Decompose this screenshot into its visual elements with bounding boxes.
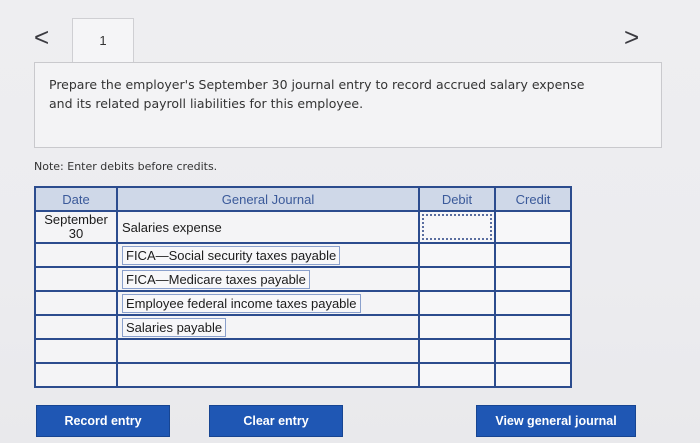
- date-cell[interactable]: [34, 242, 118, 268]
- instruction-note: Note: Enter debits before credits.: [34, 160, 218, 173]
- journal-row: Salaries payable: [34, 314, 572, 340]
- clear-entry-button[interactable]: Clear entry: [209, 405, 343, 437]
- account-name: Salaries expense: [122, 219, 222, 235]
- general-journal-header: General Journal: [116, 186, 420, 212]
- debit-input[interactable]: [418, 210, 496, 244]
- journal-row: September 30 Salaries expense: [34, 210, 572, 244]
- date-day: 30: [68, 226, 84, 241]
- credit-input[interactable]: [494, 362, 572, 388]
- account-cell[interactable]: FICA—Social security taxes payable: [116, 242, 420, 268]
- debit-input[interactable]: [418, 338, 496, 364]
- account-cell[interactable]: Salaries expense: [116, 210, 420, 244]
- credit-input[interactable]: [494, 314, 572, 340]
- account-cell[interactable]: [116, 362, 420, 388]
- account-name: Salaries payable: [122, 317, 227, 337]
- credit-input[interactable]: [494, 242, 572, 268]
- date-cell[interactable]: [34, 362, 118, 388]
- credit-input[interactable]: [494, 338, 572, 364]
- journal-header-row: Date General Journal Debit Credit: [34, 186, 572, 212]
- date-cell[interactable]: [34, 266, 118, 292]
- journal-row: FICA—Social security taxes payable: [34, 242, 572, 268]
- date-month: September: [44, 212, 108, 227]
- previous-arrow-icon[interactable]: <: [34, 24, 49, 50]
- journal-row: Employee federal income taxes payable: [34, 290, 572, 316]
- credit-input[interactable]: [494, 266, 572, 292]
- account-cell[interactable]: [116, 338, 420, 364]
- question-panel: Prepare the employer's September 30 jour…: [34, 62, 662, 148]
- account-name: FICA—Medicare taxes payable: [122, 269, 310, 289]
- question-tab[interactable]: 1: [72, 18, 134, 64]
- debit-header: Debit: [418, 186, 496, 212]
- debit-input[interactable]: [418, 290, 496, 316]
- debit-input[interactable]: [418, 242, 496, 268]
- question-text: Prepare the employer's September 30 jour…: [49, 77, 585, 111]
- account-cell[interactable]: Salaries payable: [116, 314, 420, 340]
- journal-row: [34, 338, 572, 364]
- record-entry-button[interactable]: Record entry: [36, 405, 170, 437]
- date-cell[interactable]: September 30: [34, 210, 118, 244]
- journal-row: FICA—Medicare taxes payable: [34, 266, 572, 292]
- account-cell[interactable]: Employee federal income taxes payable: [116, 290, 420, 316]
- question-tab-number: 1: [99, 33, 107, 48]
- view-general-journal-button[interactable]: View general journal: [476, 405, 636, 437]
- next-arrow-icon[interactable]: >: [624, 24, 639, 50]
- credit-header: Credit: [494, 186, 572, 212]
- credit-input[interactable]: [494, 210, 572, 244]
- date-cell[interactable]: [34, 314, 118, 340]
- account-name: FICA—Social security taxes payable: [122, 245, 341, 265]
- date-cell[interactable]: [34, 290, 118, 316]
- debit-input[interactable]: [418, 266, 496, 292]
- debit-input[interactable]: [418, 314, 496, 340]
- credit-input[interactable]: [494, 290, 572, 316]
- date-header: Date: [34, 186, 118, 212]
- account-name: Employee federal income taxes payable: [122, 293, 361, 313]
- account-cell[interactable]: FICA—Medicare taxes payable: [116, 266, 420, 292]
- date-cell[interactable]: [34, 338, 118, 364]
- debit-input[interactable]: [418, 362, 496, 388]
- general-journal-table: Date General Journal Debit Credit Septem…: [34, 186, 572, 388]
- journal-row: [34, 362, 572, 388]
